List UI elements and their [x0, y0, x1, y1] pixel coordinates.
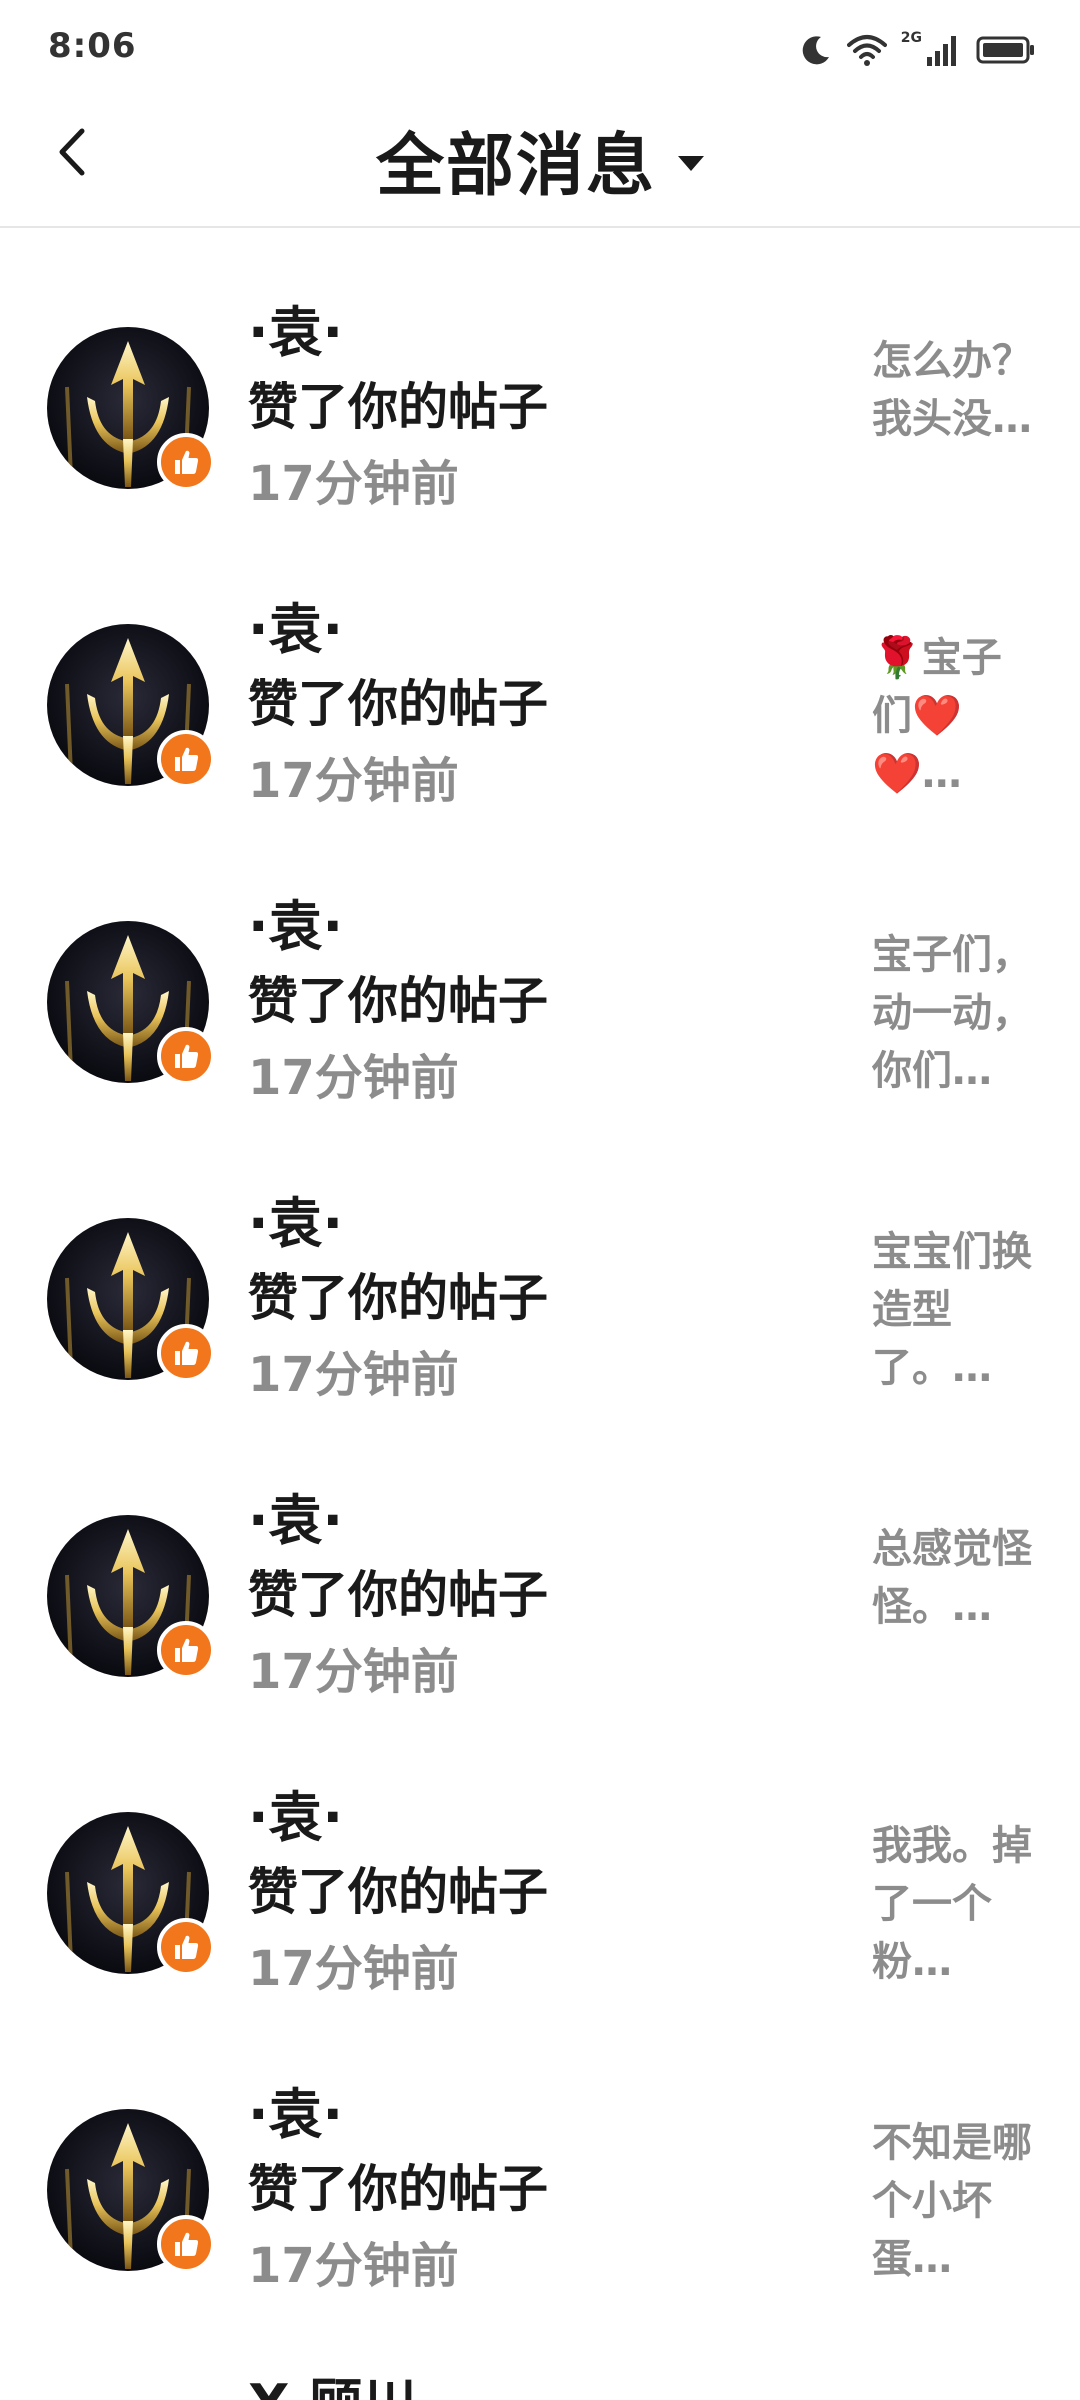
notification-item[interactable]: ·袁· 赞了你的帖子 17分钟前 🌹宝子们❤️❤️… — [0, 525, 1080, 822]
thumbs-up-icon — [157, 1621, 215, 1679]
post-preview[interactable]: 总感觉怪怪。… — [872, 1520, 1034, 1694]
user-name[interactable]: ·袁· — [248, 1785, 343, 1851]
notification-item[interactable]: ·袁· 赞了你的帖子 17分钟前 总感觉怪怪。… — [0, 1416, 1080, 1713]
partial-user-name: X 顾川 — [248, 2372, 416, 2400]
notification-action: 赞了你的帖子 — [248, 378, 548, 436]
post-preview[interactable]: 宝宝们换造型了。… — [872, 1223, 1034, 1397]
signal-icon — [926, 33, 962, 67]
wifi-icon — [846, 33, 887, 67]
notification-time: 17分钟前 — [248, 2238, 459, 2294]
thumbs-up-icon — [157, 2215, 215, 2273]
caret-down-icon — [678, 156, 704, 171]
post-preview[interactable]: 不知是哪个小坏蛋… — [872, 2114, 1034, 2288]
thumbs-up-icon — [157, 1324, 215, 1382]
thumbs-up-icon — [157, 730, 215, 788]
notification-time: 17分钟前 — [248, 1050, 459, 1106]
post-preview[interactable]: 宝子们，动一动，你们… — [872, 926, 1034, 1100]
post-preview[interactable]: 🌹宝子们❤️❤️… — [872, 629, 1034, 803]
notification-time: 17分钟前 — [248, 1347, 459, 1403]
battery-icon — [976, 33, 1036, 67]
notification-item[interactable]: ·袁· 赞了你的帖子 17分钟前 宝子们，动一动，你们… — [0, 822, 1080, 1119]
notification-item[interactable]: ·袁· 赞了你的帖子 17分钟前 怎么办？我头没… — [0, 228, 1080, 525]
user-name[interactable]: ·袁· — [248, 1488, 343, 1554]
status-time: 8:06 — [48, 26, 137, 66]
user-name[interactable]: ·袁· — [248, 1191, 343, 1257]
notification-item[interactable]: ·袁· 赞了你的帖子 17分钟前 我我。掉了一个粉… — [0, 1713, 1080, 2010]
notification-item[interactable]: ·袁· 赞了你的帖子 17分钟前 宝宝们换造型了。… — [0, 1119, 1080, 1416]
moon-icon — [799, 33, 833, 67]
notification-time: 17分钟前 — [248, 753, 459, 809]
notification-item[interactable]: ·袁· 赞了你的帖子 17分钟前 不知是哪个小坏蛋… — [0, 2010, 1080, 2307]
notification-time: 17分钟前 — [248, 1644, 459, 1700]
thumbs-up-icon — [157, 1027, 215, 1085]
user-name[interactable]: ·袁· — [248, 894, 343, 960]
notification-action: 赞了你的帖子 — [248, 1863, 548, 1921]
user-name[interactable]: ·袁· — [248, 300, 343, 366]
notification-action: 赞了你的帖子 — [248, 972, 548, 1030]
user-name[interactable]: ·袁· — [248, 2082, 343, 2148]
status-bar: 8:06 2G — [0, 0, 1080, 96]
thumbs-up-icon — [157, 1918, 215, 1976]
message-filter-dropdown[interactable]: 全部消息 — [0, 110, 1080, 209]
user-name[interactable]: ·袁· — [248, 597, 343, 663]
page-title: 全部消息 — [375, 127, 656, 206]
notification-time: 17分钟前 — [248, 456, 459, 512]
thumbs-up-icon — [157, 433, 215, 491]
header-bar: 全部消息 — [0, 96, 1080, 228]
status-icons: 2G — [799, 28, 1036, 72]
notification-action: 赞了你的帖子 — [248, 1566, 548, 1624]
notification-time: 17分钟前 — [248, 1941, 459, 1997]
network-type-label: 2G — [900, 30, 922, 46]
post-preview[interactable]: 怎么办？我头没… — [872, 332, 1034, 506]
notification-action: 赞了你的帖子 — [248, 675, 548, 733]
notification-action: 赞了你的帖子 — [248, 1269, 548, 1327]
post-preview[interactable]: 我我。掉了一个粉… — [872, 1817, 1034, 1991]
notification-action: 赞了你的帖子 — [248, 2160, 548, 2218]
